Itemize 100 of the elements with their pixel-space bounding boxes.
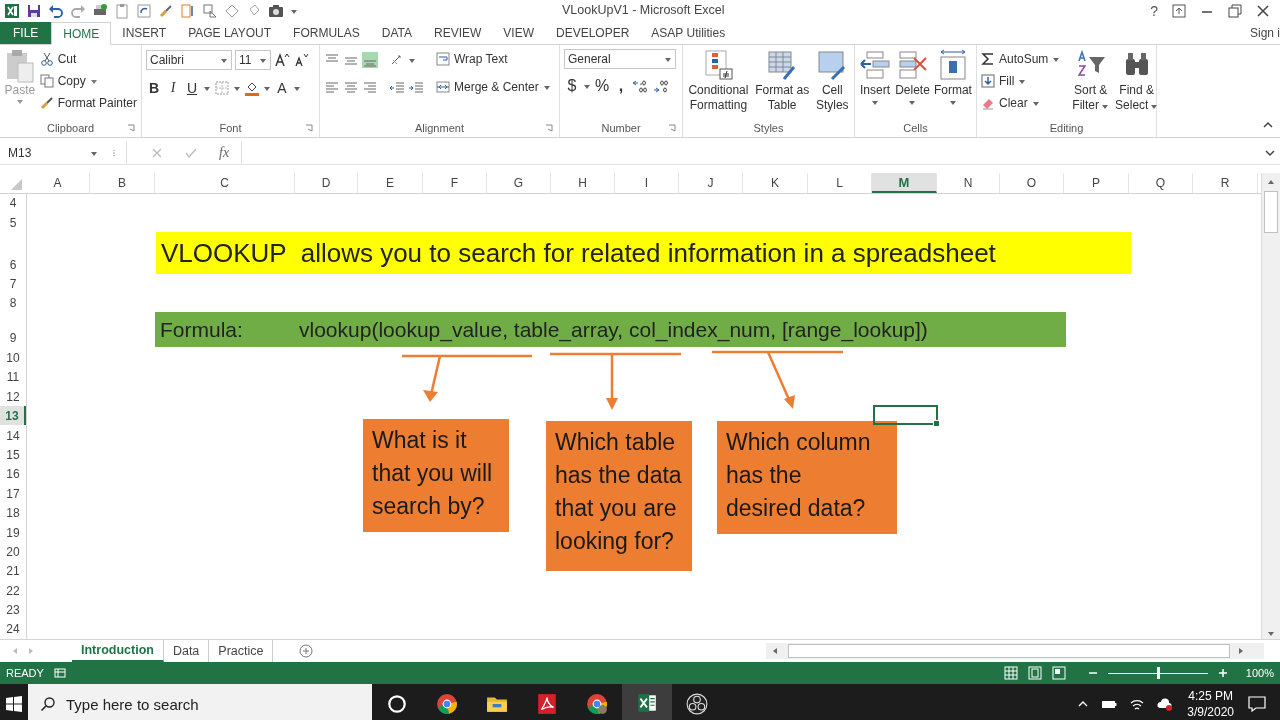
caret-icon[interactable]	[293, 84, 301, 92]
column-header[interactable]: C	[155, 173, 295, 193]
decrease-decimal-icon[interactable]	[653, 78, 671, 94]
shapes-icon[interactable]	[202, 3, 218, 19]
column-header[interactable]: J	[679, 173, 743, 193]
italic-button[interactable]: I	[165, 80, 181, 96]
clipboard-icon[interactable]	[114, 3, 130, 19]
sort-icon[interactable]	[180, 3, 196, 19]
page-break-view-icon[interactable]	[1052, 666, 1066, 680]
shrink-font-icon[interactable]	[293, 52, 309, 68]
camera-icon[interactable]	[268, 3, 284, 19]
windows-start-icon[interactable]	[6, 696, 22, 712]
cut-button[interactable]: Cut	[39, 49, 137, 69]
fill-color-icon[interactable]	[244, 80, 260, 96]
page-layout-view-icon[interactable]	[1028, 666, 1042, 680]
styles-button[interactable]: Format as Table	[755, 49, 810, 119]
ribbon-tab[interactable]: VIEW	[492, 22, 545, 44]
zoom-slider-thumb[interactable]	[1156, 667, 1160, 679]
ribbon-tab[interactable]: ASAP Utilities	[640, 22, 737, 44]
row-header[interactable]: 11	[0, 367, 26, 387]
styles-button[interactable]: Conditional Formatting	[688, 49, 749, 119]
row-header[interactable]: 8	[0, 293, 26, 312]
scrollbar-thumb[interactable]	[1264, 191, 1278, 233]
row-header[interactable]: 19	[0, 522, 26, 542]
close-icon[interactable]	[1256, 4, 1270, 18]
insert-function-button[interactable]: fx	[219, 145, 230, 161]
find-select-button[interactable]: Find & Select	[1115, 49, 1159, 119]
column-header[interactable]: A	[26, 173, 90, 193]
scrollbar-thumb[interactable]	[788, 644, 1230, 658]
row-header[interactable]: 22	[0, 580, 26, 600]
font-color-button[interactable]: A	[274, 80, 290, 96]
taskbar-search-field[interactable]: Type here to search	[28, 684, 372, 720]
row-header[interactable]: 6	[0, 232, 26, 274]
clear-button[interactable]: Clear	[981, 93, 1061, 113]
notification-icon[interactable]	[1248, 696, 1266, 712]
row-header[interactable]: 15	[0, 444, 26, 464]
normal-view-icon[interactable]	[1004, 666, 1018, 680]
underline-button[interactable]: U	[184, 80, 200, 96]
row-header[interactable]: 24	[0, 619, 26, 639]
column-header[interactable]: R	[1193, 173, 1258, 193]
fill-button[interactable]: Fill	[981, 71, 1061, 91]
row-header[interactable]: 9	[0, 312, 26, 347]
column-header[interactable]: B	[90, 173, 155, 193]
bold-button[interactable]: B	[146, 80, 162, 96]
ribbon-tab[interactable]: FILE	[0, 22, 52, 44]
percent-button[interactable]: %	[594, 77, 610, 95]
ribbon-tab[interactable]: HOME	[51, 22, 112, 45]
comma-button[interactable]: ,	[613, 77, 629, 95]
taskbar-clock[interactable]: 4:25 PM 3/9/2020	[1187, 688, 1234, 720]
autosum-button[interactable]: AutoSum	[981, 49, 1061, 69]
ribbon-tab[interactable]: INSERT	[111, 22, 178, 44]
caret-icon[interactable]	[583, 82, 591, 90]
ribbon-tab[interactable]: REVIEW	[423, 22, 493, 44]
macro-record-icon[interactable]	[53, 667, 66, 679]
column-header[interactable]: H	[551, 173, 615, 193]
diamond-icon[interactable]	[224, 3, 240, 19]
row-header[interactable]: 5	[0, 212, 26, 232]
column-header[interactable]: M	[872, 173, 937, 193]
refresh-icon[interactable]	[136, 3, 152, 19]
font-size-dropdown[interactable]: 11	[235, 50, 271, 70]
ribbon-tab[interactable]: FORMULAS	[282, 22, 371, 44]
ribbon-tab[interactable]: DEVELOPER	[545, 22, 641, 44]
sheet-tab[interactable]: Introduction	[72, 640, 164, 662]
increase-decimal-icon[interactable]	[632, 78, 650, 94]
cells-button[interactable]: Delete	[895, 49, 930, 119]
row-header[interactable]: 21	[0, 560, 26, 581]
styles-button[interactable]: Cell Styles	[815, 49, 849, 119]
column-header[interactable]: E	[358, 173, 423, 193]
row-header[interactable]: 12	[0, 386, 26, 406]
font-name-dropdown[interactable]: Calibri	[146, 50, 232, 70]
sign-in-link[interactable]: Sign i	[1249, 22, 1280, 44]
save-icon[interactable]	[26, 3, 42, 19]
caret-icon[interactable]	[408, 56, 416, 64]
column-header[interactable]: D	[295, 173, 358, 193]
zoom-level[interactable]: 100%	[1238, 667, 1274, 679]
row-header[interactable]: 23	[0, 599, 26, 620]
taskbar-app[interactable]	[622, 684, 672, 720]
row-header[interactable]: 4	[0, 194, 26, 212]
row-header[interactable]: 18	[0, 502, 26, 523]
currency-button[interactable]: $	[564, 77, 580, 95]
ribbon-tab[interactable]: DATA	[370, 22, 423, 44]
name-box[interactable]: M13	[4, 146, 102, 160]
format-painter-button[interactable]: Format Painter	[39, 93, 137, 113]
add-sheet-icon[interactable]	[299, 644, 314, 658]
caret-icon[interactable]	[290, 7, 298, 15]
brush-icon[interactable]	[158, 3, 174, 19]
cells-button[interactable]: Insert	[859, 49, 892, 119]
row-header[interactable]: 10	[0, 347, 26, 367]
row-header[interactable]: 7	[0, 274, 26, 293]
column-header[interactable]: Q	[1129, 173, 1193, 193]
merge-center-button[interactable]: Merge & Center	[436, 77, 551, 97]
restore-icon[interactable]	[1228, 4, 1242, 18]
cloud-icon[interactable]	[1157, 696, 1174, 712]
column-header[interactable]: G	[487, 173, 551, 193]
column-header[interactable]: F	[423, 173, 487, 193]
undo-icon[interactable]	[48, 3, 64, 19]
cells-button[interactable]: Format	[933, 49, 972, 119]
caret-icon[interactable]	[233, 84, 241, 92]
column-header[interactable]: I	[615, 173, 679, 193]
column-header[interactable]: N	[937, 173, 1000, 193]
